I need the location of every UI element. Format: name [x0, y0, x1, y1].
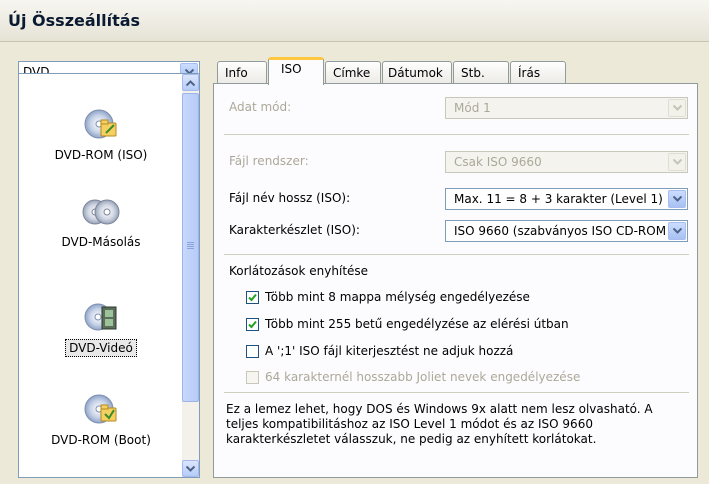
iso-tab-page: Adat mód: Mód 1 Fájl rendszer: Csak ISO …: [213, 83, 698, 478]
scroll-thumb[interactable]: [182, 93, 199, 402]
list-scrollbar[interactable]: [182, 74, 199, 477]
tab-write[interactable]: Írás: [510, 61, 566, 83]
dvd-copy-icon: [82, 199, 120, 225]
list-item-dvd-rom-boot[interactable]: DVD-ROM (Boot): [19, 392, 183, 448]
option-long-joliet-label: 64 karakternél hosszabb Joliet nevek eng…: [265, 370, 581, 384]
tab-label: Info: [225, 66, 248, 80]
list-item-dvd-rom-iso[interactable]: DVD-ROM (ISO): [19, 107, 183, 163]
chevron-down-icon: [186, 466, 195, 472]
chevron-up-icon: [186, 80, 195, 86]
list-item-label: DVD-Másolás: [61, 235, 141, 249]
scroll-down-button[interactable]: [182, 460, 199, 477]
file-system-value: Csak ISO 9660: [454, 155, 542, 169]
charset-select[interactable]: ISO 9660 (szabványos ISO CD-ROM): [445, 220, 688, 242]
data-mode-value: Mód 1: [454, 101, 491, 115]
chevron-down-icon: [673, 196, 682, 202]
check-icon: [248, 320, 257, 329]
chevron-down-icon: [673, 105, 682, 111]
tab-label: Stb.: [461, 66, 485, 80]
filename-length-value: Max. 11 = 8 + 3 karakter (Level 1): [454, 192, 663, 206]
tab-misc[interactable]: Stb.: [453, 61, 509, 83]
compatibility-note: Ez a lemez lehet, hogy DOS és Windows 9x…: [226, 402, 653, 446]
dvd-video-icon: [84, 303, 117, 331]
check-icon: [248, 293, 257, 302]
option-long-path-checkbox[interactable]: [246, 318, 259, 331]
chevron-down-icon: [673, 159, 682, 165]
data-mode-select[interactable]: Mód 1: [445, 97, 688, 119]
list-item-label: DVD-Videó: [65, 339, 137, 357]
relax-restrictions-title: Korlátozások enyhítése: [229, 264, 369, 278]
filename-length-label: Fájl név hossz (ISO):: [229, 191, 351, 205]
list-item-label: DVD-ROM (Boot): [51, 433, 151, 447]
file-system-select[interactable]: Csak ISO 9660: [445, 151, 688, 173]
option-deep-folders-checkbox[interactable]: [246, 291, 259, 304]
filename-length-dropdown-button[interactable]: [668, 190, 686, 208]
tab-label-cimke[interactable]: Címke: [325, 61, 381, 83]
tab-info[interactable]: Info: [217, 61, 267, 83]
data-mode-label: Adat mód:: [229, 100, 292, 114]
tab-label: Címke: [333, 66, 371, 80]
tab-label: Írás: [518, 66, 541, 80]
dialog-title: Új Összeállítás: [8, 11, 141, 30]
separator: [224, 254, 689, 255]
option-long-path-label[interactable]: Több mint 255 betű engedélyzése az eléré…: [265, 317, 569, 331]
file-system-label: Fájl rendszer:: [229, 154, 309, 168]
option-no-version-label[interactable]: A ';1' ISO fájl kiterjesztést ne adjuk h…: [265, 344, 513, 358]
data-mode-dropdown-button[interactable]: [668, 99, 686, 117]
charset-dropdown-button[interactable]: [668, 222, 686, 240]
tab-dates[interactable]: Dátumok: [382, 61, 452, 83]
separator: [224, 392, 689, 393]
list-item-dvd-copy[interactable]: DVD-Másolás: [19, 196, 183, 250]
project-type-list[interactable]: DVD-ROM (ISO) DVD-Másolás DVD-Videó DVD-…: [18, 73, 200, 478]
option-no-version-checkbox[interactable]: [246, 345, 259, 358]
tab-label: ISO: [281, 62, 302, 76]
list-item-label: DVD-ROM (ISO): [54, 148, 148, 162]
separator: [224, 134, 689, 135]
scroll-up-button[interactable]: [182, 74, 199, 91]
chevron-down-icon: [673, 228, 682, 234]
filename-length-select[interactable]: Max. 11 = 8 + 3 karakter (Level 1): [445, 188, 688, 210]
charset-value: ISO 9660 (szabványos ISO CD-ROM): [454, 224, 665, 238]
dialog-title-bar: Új Összeállítás: [0, 0, 709, 42]
tab-label: Dátumok: [388, 66, 443, 80]
tab-iso[interactable]: ISO: [268, 57, 324, 85]
dvd-rom-boot-icon: [84, 394, 117, 424]
charset-label: Karakterkészlet (ISO):: [229, 223, 360, 237]
file-system-dropdown-button[interactable]: [668, 153, 686, 171]
option-long-joliet-checkbox: [246, 371, 259, 384]
list-item-dvd-video[interactable]: DVD-Videó: [19, 299, 183, 357]
option-deep-folders-label[interactable]: Több mint 8 mappa mélység engedélyezése: [265, 290, 530, 304]
dvd-rom-iso-icon: [84, 109, 117, 139]
